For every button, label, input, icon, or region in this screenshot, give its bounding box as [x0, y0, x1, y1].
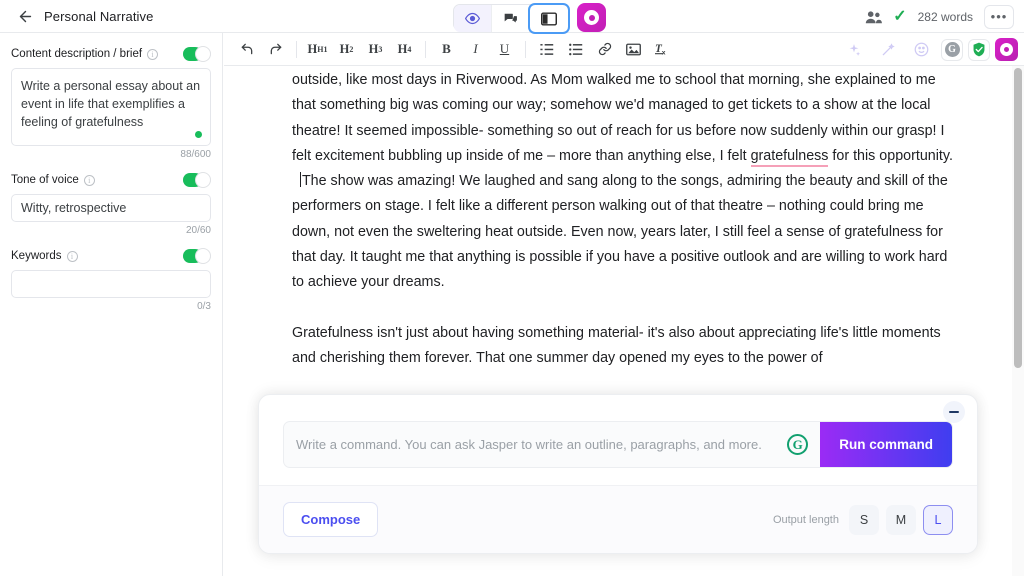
bullet-list-icon[interactable] [563, 37, 588, 61]
collaborators-icon[interactable] [865, 10, 883, 24]
spelling-error-word[interactable]: gratefulness [750, 147, 829, 167]
saved-check-icon: ✓ [893, 7, 907, 25]
link-icon[interactable] [592, 37, 617, 61]
tone-value: Witty, retrospective [21, 201, 127, 215]
more-options-button[interactable]: ••• [984, 4, 1014, 29]
italic-button[interactable]: I [463, 37, 488, 61]
emoji-icon[interactable] [909, 38, 934, 62]
toolbar-divider [525, 40, 526, 58]
app-root: Personal Narrative ✓ 282 words ••• Conte… [0, 0, 1024, 576]
sidebar: Content description / brief i Write a pe… [0, 33, 223, 576]
jasper-icon [1000, 43, 1013, 56]
comments-mode-button[interactable] [492, 5, 530, 32]
tone-label: Tone of voice [11, 174, 79, 186]
preview-icon [465, 11, 480, 26]
output-length-label: Output length [772, 513, 839, 526]
grammarly-icon[interactable]: G [787, 434, 809, 455]
preview-mode-button[interactable] [454, 5, 492, 32]
brief-status-dot [195, 131, 202, 138]
back-arrow-icon[interactable] [10, 8, 40, 25]
keywords-counter: 0/3 [197, 301, 211, 312]
image-icon[interactable] [621, 37, 646, 61]
run-command-button[interactable]: Run command [820, 422, 952, 467]
heading-3-button[interactable]: H3 [363, 37, 388, 61]
brief-value: Write a personal essay about an event in… [21, 79, 201, 129]
scrollbar-thumb[interactable] [1014, 68, 1022, 368]
document-body[interactable]: outside, like most days in Riverwood. As… [224, 66, 1024, 371]
toolbar-divider [425, 40, 426, 58]
info-icon[interactable]: i [147, 48, 159, 60]
clear-formatting-icon[interactable]: Tx [650, 37, 675, 61]
grammarly-button[interactable]: G [941, 38, 963, 61]
jasper-toolbar-button[interactable] [995, 38, 1018, 61]
heading-1-label: H1 [317, 44, 328, 54]
comments-icon [503, 12, 518, 26]
plagiarism-shield-icon [972, 42, 986, 57]
brief-counter: 88/600 [180, 149, 211, 160]
svg-text:x: x [662, 49, 666, 56]
page-title: Personal Narrative [44, 8, 154, 24]
jasper-icon [584, 10, 599, 25]
jasper-assistant-button[interactable] [577, 3, 606, 32]
compose-button[interactable]: Compose [283, 502, 379, 537]
info-icon[interactable]: i [66, 250, 78, 262]
minimize-panel-button[interactable] [943, 401, 965, 423]
sidebar-field-keywords: Keywords i 0/3 [11, 248, 211, 312]
command-input-row: G Run command 💡 [283, 421, 953, 468]
tone-counter: 20/60 [185, 225, 211, 236]
magic-wand-icon[interactable] [875, 38, 900, 62]
sidebar-field-tone: Tone of voice i Witty, retrospective 20/… [11, 172, 211, 236]
bold-button[interactable]: B [434, 37, 459, 61]
undo-icon[interactable] [234, 37, 259, 61]
command-input[interactable] [296, 437, 788, 452]
paragraph-2: The show was amazing! We laughed and san… [292, 169, 962, 295]
view-mode-switcher [453, 3, 606, 34]
field-header: Content description / brief i [11, 46, 211, 62]
split-view-mode-button[interactable] [528, 3, 570, 34]
editor-toolbar: H H1 H2 H3 H4 B I U Tx G [224, 33, 1024, 66]
info-icon[interactable]: i [83, 174, 95, 186]
paragraph-1: outside, like most days in Riverwood. As… [292, 68, 962, 169]
top-bar: Personal Narrative ✓ 282 words ••• [0, 0, 1024, 34]
paragraph-2-text: The show was amazing! We laughed and san… [292, 173, 948, 291]
keywords-input[interactable] [11, 270, 211, 298]
output-length-m[interactable]: M [886, 504, 916, 535]
paragraph-3: Gratefulness isn't just about having som… [292, 324, 941, 366]
command-panel-footer: Compose Output length S M L [259, 485, 977, 553]
word-count-label: 282 words [917, 9, 973, 24]
view-mode-group [453, 3, 570, 34]
toolbar-right-actions: G [839, 33, 1018, 66]
keywords-label: Keywords [11, 250, 62, 262]
brief-label: Content description / brief [11, 48, 143, 60]
brief-input[interactable]: Write a personal essay about an event in… [11, 68, 211, 146]
paragraph-1-part2: for this opportunity. [828, 147, 953, 164]
underline-button[interactable]: U [492, 37, 517, 61]
sidebar-field-brief: Content description / brief i Write a pe… [11, 46, 211, 160]
command-panel-top: G Run command 💡 [259, 395, 977, 487]
ordered-list-icon[interactable] [534, 37, 559, 61]
split-view-icon [541, 11, 557, 26]
redo-icon[interactable] [263, 37, 288, 61]
minimize-icon [949, 411, 959, 413]
plagiarism-check-button[interactable] [968, 38, 990, 61]
field-header: Tone of voice i [11, 172, 211, 188]
heading-2-button[interactable]: H2 [334, 37, 359, 61]
sparkle-icon[interactable] [841, 38, 866, 62]
command-panel: G Run command 💡 Compose Output length S … [258, 394, 978, 554]
tone-toggle[interactable] [183, 172, 211, 188]
output-length-control: Output length S M L [772, 504, 953, 535]
heading-1-button[interactable]: H H1 [305, 37, 330, 61]
output-length-s[interactable]: S [849, 504, 879, 535]
output-length-l[interactable]: L [923, 504, 953, 535]
field-header: Keywords i [11, 248, 211, 264]
keywords-toggle[interactable] [183, 248, 211, 264]
tone-input[interactable]: Witty, retrospective [11, 194, 211, 222]
toolbar-divider [296, 40, 297, 58]
brief-toggle[interactable] [183, 46, 211, 62]
top-bar-actions: ✓ 282 words ••• [865, 0, 1014, 33]
heading-4-button[interactable]: H4 [392, 37, 417, 61]
text-caret [299, 172, 301, 188]
grammarly-icon: G [944, 42, 960, 57]
